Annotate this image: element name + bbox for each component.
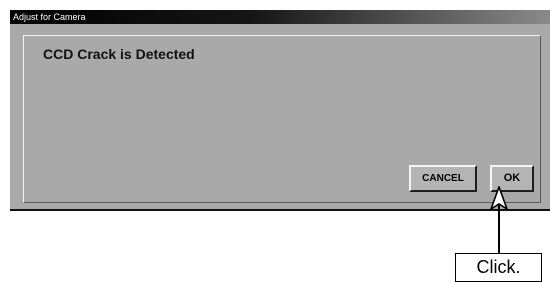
callout-label: Click.: [455, 253, 542, 282]
cancel-button[interactable]: CANCEL: [409, 165, 477, 192]
dialog-window: Adjust for Camera CCD Crack is Detected …: [10, 10, 550, 211]
dialog-panel: CCD Crack is Detected CANCEL OK: [23, 35, 541, 203]
arrow-up-icon: [489, 186, 509, 210]
title-bar[interactable]: Adjust for Camera: [10, 10, 550, 24]
window-title: Adjust for Camera: [13, 12, 86, 22]
message-text: CCD Crack is Detected: [43, 46, 195, 62]
callout-pointer-line: [498, 205, 500, 255]
